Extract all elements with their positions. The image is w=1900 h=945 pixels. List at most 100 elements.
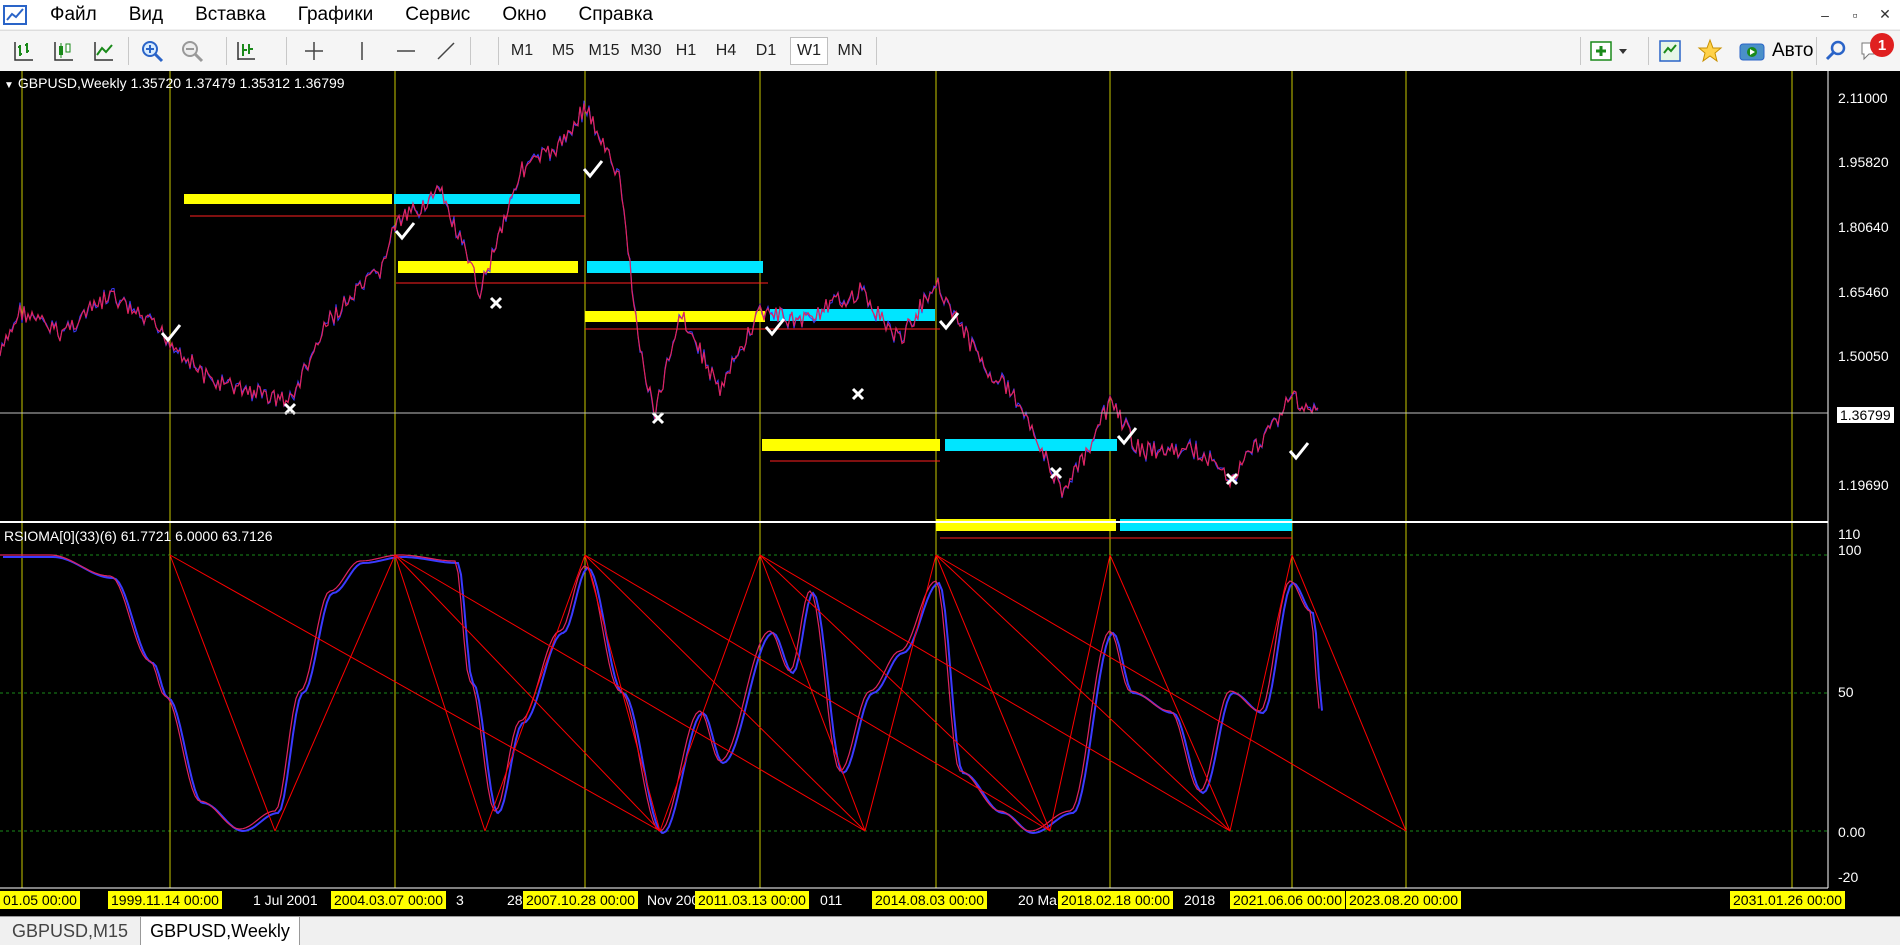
date-label: 2018	[1184, 892, 1216, 908]
check-mark-icon	[160, 324, 182, 343]
rsioma-line	[0, 554, 1320, 832]
date-label: 011	[820, 892, 843, 908]
current-price-label: 1.36799	[1836, 406, 1895, 424]
cross-mark-icon	[851, 387, 865, 401]
price-scale-label: 1.95820	[1838, 154, 1889, 170]
toolbar-separator	[286, 37, 287, 65]
window-controls: – ▫ ✕	[1810, 0, 1900, 29]
check-mark-icon	[1288, 442, 1310, 461]
indicator-scale-label: 110	[1838, 526, 1861, 542]
toolbar-separator	[1648, 37, 1649, 65]
menu-window[interactable]: Окно	[486, 0, 562, 29]
date-label: Nov 200	[647, 892, 700, 908]
rsioma-signal-line	[3, 556, 1323, 835]
chart-title: ▼ GBPUSD,Weekly 1.35720 1.37479 1.35312 1…	[4, 75, 345, 91]
auto-trading-label[interactable]: Авто	[1772, 37, 1813, 65]
toolbar: M1 M5 M15 M30 H1 H4 D1 W1 MN Авто	[0, 30, 1900, 72]
menu-insert[interactable]: Вставка	[179, 0, 282, 29]
yellow-zone	[762, 439, 940, 451]
app-logo-icon	[3, 4, 27, 25]
timeframe-w1[interactable]: W1	[790, 37, 828, 65]
cyan-zone	[394, 194, 580, 204]
date-label: 01.05 00:00	[0, 891, 80, 909]
menu-file[interactable]: Файл	[34, 0, 113, 29]
cyan-zone	[587, 261, 763, 273]
crosshair-icon[interactable]	[298, 35, 330, 67]
date-label: 1999.11.14 00:00	[108, 891, 222, 909]
indicator-scale-label: 100	[1838, 542, 1862, 558]
timeframe-d1[interactable]: D1	[748, 37, 784, 65]
chart-tab-bar: GBPUSD,M15 GBPUSD,Weekly	[0, 916, 1900, 945]
date-label: 3	[456, 892, 464, 908]
check-mark-icon	[1116, 427, 1138, 446]
new-order-icon[interactable]	[1586, 35, 1636, 67]
indicator-scale-label: 0.00	[1838, 824, 1866, 840]
minimize-button[interactable]: –	[1810, 0, 1840, 29]
favorites-icon[interactable]	[1694, 35, 1726, 67]
price-scale-label: 1.65460	[1838, 284, 1889, 300]
date-label: 20 Ma	[1018, 892, 1057, 908]
chart-canvas[interactable]	[0, 71, 1900, 916]
menu-view[interactable]: Вид	[113, 0, 179, 29]
toolbar-separator	[1816, 37, 1817, 65]
collapse-triangle-icon[interactable]: ▼	[4, 80, 14, 91]
notification-badge[interactable]: 1	[1870, 33, 1894, 57]
timeframe-m30[interactable]: M30	[626, 37, 666, 65]
tab-gbpusd-m15[interactable]: GBPUSD,M15	[0, 917, 140, 945]
zigzag-line	[1229, 554, 1293, 832]
timeframe-m1[interactable]: M1	[504, 37, 540, 65]
cyan-zone	[770, 309, 935, 321]
signals-icon[interactable]	[1654, 35, 1686, 67]
toolbar-separator	[128, 37, 129, 65]
bar-chart-icon[interactable]	[8, 35, 40, 67]
date-label: 2004.03.07 00:00	[331, 891, 446, 909]
chart-shift-icon[interactable]	[230, 35, 262, 67]
toolbar-separator	[226, 37, 227, 65]
zoom-in-icon[interactable]	[136, 35, 168, 67]
timeframe-m5[interactable]: M5	[545, 37, 581, 65]
date-label: 2007.10.28 00:00	[523, 891, 638, 909]
tab-gbpusd-weekly[interactable]: GBPUSD,Weekly	[140, 917, 300, 945]
candlestick-icon[interactable]	[48, 35, 80, 67]
check-mark-icon	[764, 318, 786, 337]
date-label: 1 Jul 2001	[253, 892, 318, 908]
price-scale-label: 1.50050	[1838, 348, 1889, 364]
menu-help[interactable]: Справка	[562, 0, 669, 29]
close-button[interactable]: ✕	[1870, 0, 1900, 29]
auto-trading-icon[interactable]	[1736, 35, 1768, 67]
indicator-title: RSIOMA[0](33)(6) 61.7721 6.0000 63.7126	[4, 528, 273, 544]
zoom-out-icon[interactable]	[176, 35, 208, 67]
vertical-line-icon[interactable]	[348, 35, 376, 67]
toolbar-separator	[1580, 37, 1581, 65]
cyan-zone	[1120, 519, 1292, 531]
chart-title-text: GBPUSD,Weekly 1.35720 1.37479 1.35312 1.…	[17, 75, 345, 91]
yellow-zone	[585, 311, 765, 322]
timeframe-mn[interactable]: MN	[830, 37, 870, 65]
price-scale-label: 1.19690	[1838, 477, 1889, 493]
timeframe-m15[interactable]: M15	[584, 37, 624, 65]
check-mark-icon	[938, 312, 960, 331]
date-label: 2018.02.18 00:00	[1058, 891, 1173, 909]
zigzag-line	[169, 554, 661, 832]
zigzag-line	[274, 554, 396, 832]
search-icon[interactable]	[1820, 35, 1852, 67]
cross-mark-icon	[489, 296, 503, 310]
line-chart-icon[interactable]	[88, 35, 120, 67]
menu-tools[interactable]: Сервис	[389, 0, 486, 29]
date-label: 2011.03.13 00:00	[695, 891, 809, 909]
toolbar-separator	[470, 37, 471, 65]
date-label: 2031.01.26 00:00	[1730, 891, 1845, 909]
date-label: 2021.06.06 00:00	[1230, 891, 1345, 909]
horizontal-line-icon[interactable]	[390, 35, 422, 67]
yellow-zone	[936, 519, 1116, 531]
menu-charts[interactable]: Графики	[282, 0, 390, 29]
trendline-icon[interactable]	[430, 35, 462, 67]
restore-button[interactable]: ▫	[1840, 0, 1870, 29]
timeframe-h1[interactable]: H1	[669, 37, 703, 65]
toolbar-separator	[876, 37, 877, 65]
timeframe-h4[interactable]: H4	[708, 37, 744, 65]
chart-window[interactable]: ▼ GBPUSD,Weekly 1.35720 1.37479 1.35312 1…	[0, 71, 1900, 916]
yellow-zone	[184, 194, 392, 204]
check-mark-icon	[582, 160, 604, 179]
menu-bar: Файл Вид Вставка Графики Сервис Окно Спр…	[0, 0, 1900, 29]
